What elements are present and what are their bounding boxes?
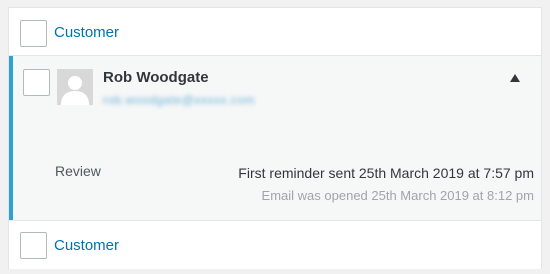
select-all-checkbox-footer[interactable] bbox=[20, 232, 47, 259]
review-label: Review bbox=[55, 163, 101, 179]
reminder-status-text: First reminder sent 25th March 2019 at 7… bbox=[238, 165, 534, 181]
customer-column-header-link[interactable]: Customer bbox=[54, 24, 119, 41]
customer-column-footer-link[interactable]: Customer bbox=[54, 237, 119, 254]
table-header-row: Customer bbox=[9, 8, 541, 56]
customer-name: Rob Woodgate bbox=[103, 69, 209, 86]
default-avatar-icon bbox=[57, 69, 93, 105]
email-opened-status-text: Email was opened 25th March 2019 at 8:12… bbox=[261, 188, 534, 203]
customer-email-blurred: rob.woodgate@xxxxx.com bbox=[103, 93, 255, 107]
avatar bbox=[57, 69, 93, 105]
reviews-list-table: Customer Rob Woodgate rob.woodgate@xxxxx… bbox=[8, 7, 542, 269]
triangle-up-icon bbox=[510, 74, 520, 82]
table-footer-row: Customer bbox=[9, 220, 541, 269]
table-row-expanded: Rob Woodgate rob.woodgate@xxxxx.com Revi… bbox=[9, 56, 541, 220]
collapse-row-toggle[interactable] bbox=[507, 70, 523, 86]
row-select-checkbox[interactable] bbox=[23, 69, 50, 96]
select-all-checkbox[interactable] bbox=[20, 20, 47, 47]
